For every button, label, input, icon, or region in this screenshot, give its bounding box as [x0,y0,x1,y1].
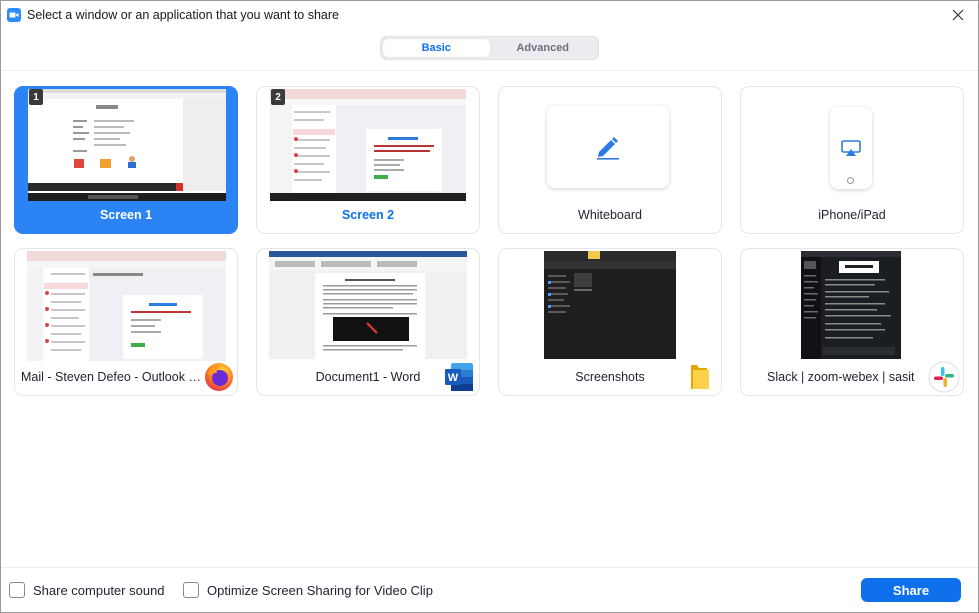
slack-thumbnail [801,251,901,359]
share-sound-label: Share computer sound [33,582,165,598]
share-button[interactable]: Share [861,578,961,602]
close-icon [952,9,964,21]
window-title: Select a window or an application that y… [27,8,339,22]
folder-icon [691,365,709,389]
tile-screen-2[interactable]: 2 Screen 2 [256,86,480,234]
firefox-icon [205,363,233,391]
screen-number-badge: 1 [29,89,43,105]
home-button-icon [847,177,854,184]
screen-2-thumbnail [270,89,466,201]
screen-number-badge: 2 [271,89,285,105]
tile-label: Slack | zoom-webex | sasit [767,370,915,384]
tile-screenshots-folder[interactable]: Screenshots [498,248,722,396]
close-button[interactable] [946,4,970,26]
title-bar: Select a window or an application that y… [1,1,978,29]
tile-word-document[interactable]: Document1 - Word W [256,248,480,396]
tile-label: Mail - Steven Defeo - Outlook - ... [21,370,203,384]
share-sound-checkbox[interactable] [9,582,25,598]
screenshots-thumbnail [544,251,676,359]
tile-label: Screen 2 [341,208,395,222]
divider [1,70,978,71]
slack-icon [928,361,960,393]
optimize-video-checkbox[interactable] [183,582,199,598]
outlook-thumbnail [27,251,226,361]
tile-label: Screen 1 [99,208,153,222]
screen-1-thumbnail [28,89,226,201]
tab-advanced[interactable]: Advanced [490,39,597,57]
airplay-icon [841,140,861,156]
tile-whiteboard[interactable]: Whiteboard [498,86,722,234]
tile-mail-outlook[interactable]: Mail - Steven Defeo - Outlook - ... [14,248,238,396]
whiteboard-card [547,106,669,188]
phone-card [830,107,872,189]
share-sound-option[interactable]: Share computer sound [9,582,165,598]
zoom-camera-icon [7,8,21,22]
tile-iphone-ipad[interactable]: iPhone/iPad [740,86,964,234]
share-mode-tabs: Basic Advanced [380,36,599,60]
word-thumbnail [269,251,467,359]
tab-basic[interactable]: Basic [383,39,490,57]
word-icon: W [445,363,473,391]
optimize-video-option[interactable]: Optimize Screen Sharing for Video Clip [183,582,433,598]
divider [1,567,978,568]
tile-screen-1[interactable]: 1 Screen 1 [14,86,238,234]
pen-icon [597,137,619,160]
optimize-video-label: Optimize Screen Sharing for Video Clip [207,582,433,598]
tile-slack[interactable]: Slack | zoom-webex | sasit [740,248,964,396]
svg-text:W: W [448,372,459,384]
tile-label: iPhone/iPad [818,208,886,222]
tile-label: Whiteboard [578,208,642,222]
